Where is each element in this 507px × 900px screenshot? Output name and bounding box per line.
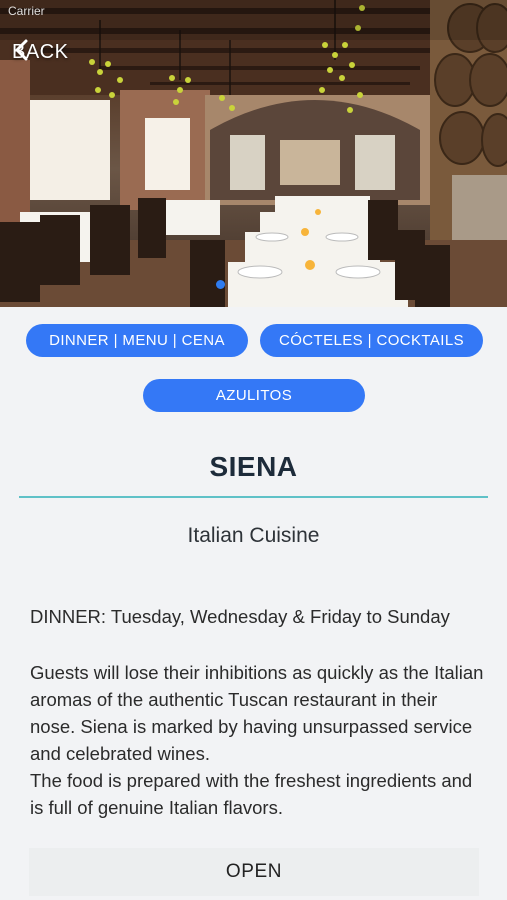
title-divider xyxy=(19,496,488,498)
hero-photo: Carrier BACK xyxy=(0,0,507,307)
cuisine-subtitle: Italian Cuisine xyxy=(187,524,320,547)
restaurant-title: SIENA xyxy=(209,451,298,482)
carousel-page-indicator[interactable] xyxy=(216,280,225,289)
back-button[interactable]: BACK xyxy=(12,38,68,66)
description-text: Guests will lose their inhibitions as qu… xyxy=(30,659,485,821)
cocktails-button[interactable]: CÓCTELES | COCKTAILS xyxy=(260,324,483,357)
description-paragraph: Guests will lose their inhibitions as qu… xyxy=(30,662,484,764)
open-button[interactable]: OPEN xyxy=(29,848,479,896)
schedule-text: DINNER: Tuesday, Wednesday & Friday to S… xyxy=(30,606,450,627)
description-paragraph: The food is prepared with the freshest i… xyxy=(30,770,473,818)
carrier-label: Carrier xyxy=(8,4,45,18)
chevron-left-icon xyxy=(15,39,28,61)
restaurant-interior-image xyxy=(0,0,507,307)
azulitos-button[interactable]: AZULITOS xyxy=(143,379,365,412)
dinner-menu-button[interactable]: DINNER | MENU | CENA xyxy=(26,324,248,357)
